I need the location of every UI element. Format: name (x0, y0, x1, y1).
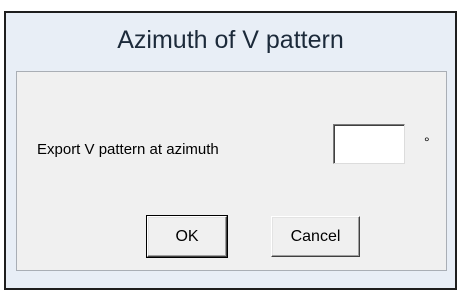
azimuth-prompt-label: Export V pattern at azimuth (37, 141, 219, 158)
cancel-button[interactable]: Cancel (271, 216, 360, 257)
ok-button[interactable]: OK (146, 215, 228, 258)
title-bar[interactable]: Azimuth of V pattern (6, 13, 455, 71)
dialog-client-area (16, 71, 447, 271)
degree-unit-label: ° (424, 134, 430, 150)
azimuth-input[interactable] (333, 124, 405, 164)
dialog-title: Azimuth of V pattern (117, 26, 344, 54)
